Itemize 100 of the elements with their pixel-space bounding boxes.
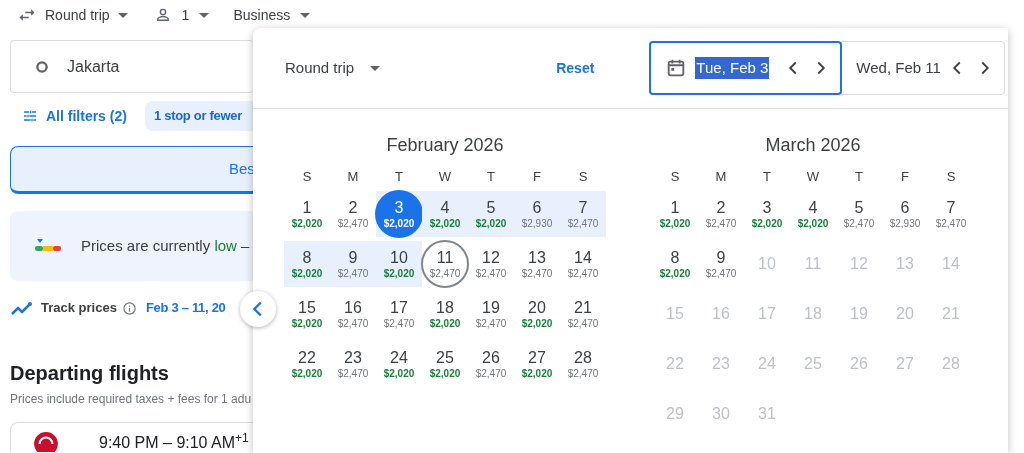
filter-sliders-icon (22, 108, 38, 124)
day-button[interactable]: 13 $2,470 (513, 240, 561, 288)
day-button: 20 (881, 290, 929, 338)
day-button: 13 (881, 240, 929, 288)
all-filters-button[interactable]: All filters (2) (22, 105, 127, 127)
reset-button[interactable]: Reset (556, 57, 595, 79)
airline-logo-icon (33, 431, 59, 452)
date-field[interactable]: Tue, Feb 3 (649, 41, 843, 95)
day-button[interactable]: 7 $2,470 (559, 190, 607, 238)
caret-icon (370, 65, 381, 71)
day-button[interactable]: 14 $2,470 (559, 240, 607, 288)
day-button[interactable]: 24 $2,020 (375, 340, 423, 388)
day-button[interactable]: 19 $2,470 (467, 290, 515, 338)
caret-icon (117, 12, 128, 18)
day-button: 28 (927, 340, 975, 388)
date-range-link[interactable]: Feb 3 – 11, 20 (145, 298, 226, 318)
weekday-label: T (486, 168, 496, 183)
weekday-label: M (714, 168, 728, 183)
day-button[interactable]: 1 $2,020 (651, 190, 699, 238)
trip-type-dropdown[interactable]: Round trip (17, 4, 130, 26)
day-button: 11 (789, 240, 837, 288)
day-button[interactable]: 17 $2,470 (375, 290, 423, 338)
day-button[interactable]: 23 $2,470 (329, 340, 377, 388)
day-button: 17 (743, 290, 791, 338)
price-gauge-icon (35, 239, 61, 253)
day-button[interactable]: 18 $2,020 (421, 290, 469, 338)
day-button[interactable]: 6 $2,930 (513, 190, 561, 238)
track-prices-label: Track prices (41, 299, 117, 318)
weekday-label: W (437, 168, 453, 183)
weekday-label: T (762, 168, 772, 183)
circle-icon (35, 59, 49, 74)
day-button: 30 (697, 390, 745, 438)
weekday-label: S (577, 168, 589, 183)
flight-times: 9:40 PM – 9:10 AM$^{+1}$ (99, 431, 249, 452)
day-button[interactable]: 22 $2,020 (283, 340, 331, 388)
passengers-dropdown[interactable]: 1 (153, 4, 210, 26)
day-button: 25 (789, 340, 837, 388)
day-button[interactable]: 8 $2,020 (651, 240, 699, 288)
day-button: 29 (651, 390, 699, 438)
day-button[interactable]: 25 $2,020 (421, 340, 469, 388)
day-button: 19 (835, 290, 883, 338)
weekday-label: S (301, 168, 313, 183)
weekday-label: W (805, 168, 821, 183)
day-button[interactable]: 2 $2,470 (697, 190, 745, 238)
day-button[interactable]: 28 $2,470 (559, 340, 607, 388)
month-title: February 2026 (385, 134, 505, 156)
day-button[interactable]: 8 $2,020 (283, 240, 331, 288)
back-button[interactable] (240, 291, 276, 327)
weekday-label: T (394, 168, 404, 183)
weekday-label: S (945, 168, 957, 183)
day-button[interactable]: 4 $2,020 (789, 190, 837, 238)
day-button: 23 (697, 340, 745, 388)
day-button: 24 (743, 340, 791, 388)
caret-icon (300, 12, 311, 18)
day-button: 31 (743, 390, 791, 438)
weekday-label: F (900, 168, 910, 183)
filter-chip[interactable]: 1 stop or fewer (145, 101, 253, 131)
day-button[interactable]: 11 $2,470 (421, 240, 469, 288)
cabin-dropdown[interactable]: Business (233, 4, 311, 26)
day-button: 14 (927, 240, 975, 288)
weekday-label: S (669, 168, 681, 183)
day-button[interactable]: 16 $2,470 (329, 290, 377, 338)
day-button[interactable]: 9 $2,470 (697, 240, 745, 288)
day-button: 26 (835, 340, 883, 388)
day-button[interactable]: 15 $2,020 (283, 290, 331, 338)
day-button[interactable]: 1 $2,020 (283, 190, 331, 238)
price-insight-text: Prices are currently low – (81, 235, 250, 256)
weekday-label: M (346, 168, 360, 183)
day-button[interactable]: 3 $2,020 (375, 190, 423, 238)
section-heading: Departing flights (9, 361, 170, 386)
section-subtitle: Prices include required taxes + fees for 1 adu (9, 391, 253, 408)
flight-card[interactable]: 9:40 PM – 9:10 AM$^{+1}$ (10, 422, 253, 452)
day-button[interactable]: 27 $2,020 (513, 340, 561, 388)
day-button[interactable]: 12 $2,470 (467, 240, 515, 288)
day-button[interactable]: 3 $2,020 (743, 190, 791, 238)
weekday-label: F (532, 168, 542, 183)
day-button: 16 (697, 290, 745, 338)
day-button: 15 (651, 290, 699, 338)
info-icon (121, 300, 137, 316)
day-button[interactable]: 6 $2,930 (881, 190, 929, 238)
day-button[interactable]: 7 $2,470 (927, 190, 975, 238)
day-button[interactable]: 26 $2,470 (467, 340, 515, 388)
trip-type-dropdown[interactable]: Round trip (285, 56, 381, 80)
sort-tab[interactable]: Bes (10, 146, 253, 194)
date-field[interactable]: Wed, Feb 11 (841, 41, 1006, 95)
day-button[interactable]: 20 $2,020 (513, 290, 561, 338)
month-title: March 2026 (764, 134, 862, 156)
day-button[interactable]: 4 $2,020 (421, 190, 469, 238)
day-button: 18 (789, 290, 837, 338)
day-button[interactable]: 2 $2,470 (329, 190, 377, 238)
day-button[interactable]: 10 $2,020 (375, 240, 423, 288)
day-button[interactable]: 5 $2,020 (467, 190, 515, 238)
weekday-label: T (854, 168, 864, 183)
day-button: 21 (927, 290, 975, 338)
day-button[interactable]: 21 $2,470 (559, 290, 607, 338)
day-button[interactable]: 5 $2,470 (835, 190, 883, 238)
day-button: 27 (881, 340, 929, 388)
day-button: 12 (835, 240, 883, 288)
caret-icon (199, 12, 210, 18)
day-button[interactable]: 9 $2,470 (329, 240, 377, 288)
